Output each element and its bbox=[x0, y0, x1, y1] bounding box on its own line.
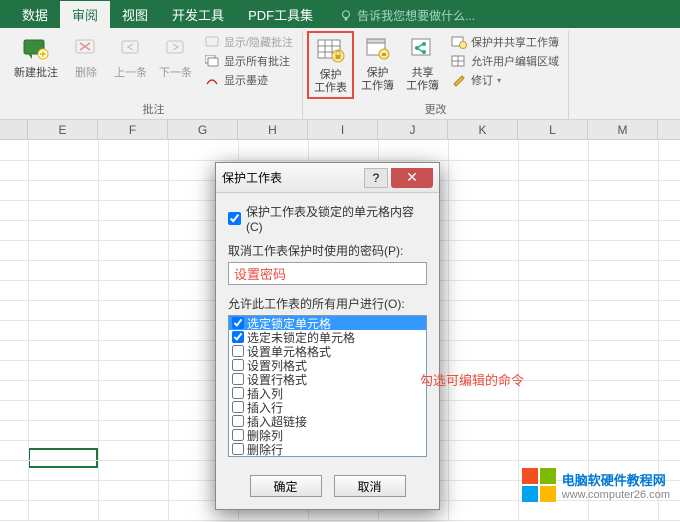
share-workbook-button[interactable]: 共享 工作簿 bbox=[401, 31, 444, 95]
show-all-label: 显示所有批注 bbox=[224, 53, 290, 69]
column-headers: E F G H I J K L M bbox=[0, 120, 680, 140]
annotation-text: 勾选可编辑的命令 bbox=[420, 370, 524, 389]
share-workbook-label: 共享 工作簿 bbox=[406, 67, 439, 93]
permission-checkbox[interactable] bbox=[232, 345, 244, 357]
show-ink-label: 显示墨迹 bbox=[224, 72, 268, 88]
protect-sheet-button[interactable]: 保护 工作表 bbox=[307, 31, 354, 99]
col-header[interactable]: H bbox=[238, 120, 308, 139]
prev-comment-icon bbox=[115, 33, 147, 65]
permission-checkbox[interactable] bbox=[232, 401, 244, 413]
col-header[interactable]: G bbox=[168, 120, 238, 139]
watermark-url: www.computer26.com bbox=[562, 489, 670, 501]
new-comment-icon bbox=[20, 33, 52, 65]
ribbon: 新建批注 删除 上一条 下一条 显示/隐藏批注 bbox=[0, 28, 680, 120]
toggle-comment-label: 显示/隐藏批注 bbox=[224, 34, 293, 50]
dialog-titlebar[interactable]: 保护工作表 ? ✕ bbox=[216, 163, 439, 193]
protect-contents-checkbox[interactable]: 保护工作表及锁定的单元格内容(C) bbox=[228, 203, 427, 234]
tab-pdf[interactable]: PDF工具集 bbox=[236, 1, 325, 28]
new-comment-label: 新建批注 bbox=[14, 67, 58, 80]
col-header[interactable]: M bbox=[588, 120, 658, 139]
track-changes-icon bbox=[451, 72, 467, 88]
ink-icon bbox=[204, 72, 220, 88]
permission-checkbox[interactable] bbox=[232, 373, 244, 385]
dialog-close-button[interactable]: ✕ bbox=[391, 168, 433, 188]
next-comment-label: 下一条 bbox=[159, 67, 192, 80]
col-header[interactable]: E bbox=[28, 120, 98, 139]
delete-comment-label: 删除 bbox=[75, 67, 97, 80]
delete-comment-button[interactable]: 删除 bbox=[65, 31, 107, 82]
protect-workbook-button[interactable]: 保护 工作簿 bbox=[356, 31, 399, 95]
permission-checkbox[interactable] bbox=[232, 415, 244, 427]
toggle-comment-button[interactable]: 显示/隐藏批注 bbox=[201, 33, 296, 51]
protect-contents-label: 保护工作表及锁定的单元格内容(C) bbox=[246, 203, 427, 234]
tab-data[interactable]: 数据 bbox=[10, 1, 60, 28]
protect-sheet-dialog: 保护工作表 ? ✕ 保护工作表及锁定的单元格内容(C) 取消工作表保护时使用的密… bbox=[215, 162, 440, 510]
active-cell[interactable] bbox=[28, 448, 98, 468]
track-changes-label: 修订 bbox=[471, 72, 493, 88]
permissions-list[interactable]: 选定锁定单元格选定未锁定的单元格设置单元格格式设置列格式设置行格式插入列插入行插… bbox=[228, 315, 427, 457]
tell-me-label: 告诉我您想要做什么... bbox=[357, 7, 475, 24]
share-workbook-icon bbox=[407, 33, 439, 65]
protect-share-label: 保护并共享工作簿 bbox=[471, 34, 559, 50]
dropdown-icon: ▾ bbox=[497, 76, 501, 85]
permission-item[interactable]: 删除行 bbox=[229, 442, 426, 456]
ribbon-tabs: 数据 审阅 视图 开发工具 PDF工具集 告诉我您想要做什么... bbox=[0, 0, 680, 28]
protect-sheet-label: 保护 工作表 bbox=[314, 69, 347, 95]
ribbon-group-comments: 新建批注 删除 上一条 下一条 显示/隐藏批注 bbox=[5, 31, 303, 119]
ribbon-group-changes: 保护 工作表 保护 工作簿 共享 工作簿 保护并共享工作簿 允许用户编辑区域 bbox=[303, 31, 569, 119]
allow-list-label: 允许此工作表的所有用户进行(O): bbox=[228, 295, 427, 312]
permission-checkbox[interactable] bbox=[232, 359, 244, 371]
tab-view[interactable]: 视图 bbox=[110, 1, 160, 28]
col-header[interactable]: J bbox=[378, 120, 448, 139]
allow-edit-label: 允许用户编辑区域 bbox=[471, 53, 559, 69]
protect-contents-input[interactable] bbox=[228, 212, 241, 225]
next-comment-icon bbox=[160, 33, 192, 65]
next-comment-button[interactable]: 下一条 bbox=[154, 31, 197, 82]
windows-logo-icon bbox=[522, 468, 556, 502]
permission-checkbox[interactable] bbox=[232, 387, 244, 399]
toggle-comment-icon bbox=[204, 34, 220, 50]
col-header[interactable]: I bbox=[308, 120, 378, 139]
protect-share-icon bbox=[451, 34, 467, 50]
protect-share-button[interactable]: 保护并共享工作簿 bbox=[448, 33, 562, 51]
permission-checkbox[interactable] bbox=[232, 429, 244, 441]
lightbulb-icon bbox=[339, 9, 353, 23]
dialog-title: 保护工作表 bbox=[222, 169, 364, 186]
protect-workbook-icon bbox=[362, 33, 394, 65]
prev-comment-label: 上一条 bbox=[114, 67, 147, 80]
permission-label: 删除行 bbox=[247, 441, 283, 458]
allow-edit-ranges-button[interactable]: 允许用户编辑区域 bbox=[448, 52, 562, 70]
col-header[interactable]: F bbox=[98, 120, 168, 139]
col-header[interactable]: L bbox=[518, 120, 588, 139]
ok-button[interactable]: 确定 bbox=[250, 475, 322, 497]
delete-comment-icon bbox=[70, 33, 102, 65]
protect-sheet-icon bbox=[315, 35, 347, 67]
tell-me-search[interactable]: 告诉我您想要做什么... bbox=[333, 3, 481, 28]
changes-group-label: 更改 bbox=[307, 99, 564, 119]
dialog-help-button[interactable]: ? bbox=[364, 168, 388, 188]
comments-group-label: 批注 bbox=[9, 99, 298, 119]
password-label: 取消工作表保护时使用的密码(P): bbox=[228, 242, 427, 259]
permission-checkbox[interactable] bbox=[232, 317, 244, 329]
cancel-button[interactable]: 取消 bbox=[334, 475, 406, 497]
track-changes-button[interactable]: 修订 ▾ bbox=[448, 71, 562, 89]
show-all-comments-button[interactable]: 显示所有批注 bbox=[201, 52, 296, 70]
allow-edit-icon bbox=[451, 53, 467, 69]
select-all-corner[interactable] bbox=[0, 120, 28, 139]
password-input[interactable] bbox=[228, 262, 427, 285]
col-header[interactable]: K bbox=[448, 120, 518, 139]
tab-review[interactable]: 审阅 bbox=[60, 1, 110, 28]
new-comment-button[interactable]: 新建批注 bbox=[9, 31, 63, 82]
permission-checkbox[interactable] bbox=[232, 443, 244, 455]
show-all-icon bbox=[204, 53, 220, 69]
protect-workbook-label: 保护 工作簿 bbox=[361, 67, 394, 93]
prev-comment-button[interactable]: 上一条 bbox=[109, 31, 152, 82]
watermark: 电脑软硬件教程网 www.computer26.com bbox=[522, 468, 670, 502]
watermark-title: 电脑软硬件教程网 bbox=[562, 470, 670, 489]
tab-developer[interactable]: 开发工具 bbox=[160, 1, 236, 28]
show-ink-button[interactable]: 显示墨迹 bbox=[201, 71, 296, 89]
permission-checkbox[interactable] bbox=[232, 331, 244, 343]
